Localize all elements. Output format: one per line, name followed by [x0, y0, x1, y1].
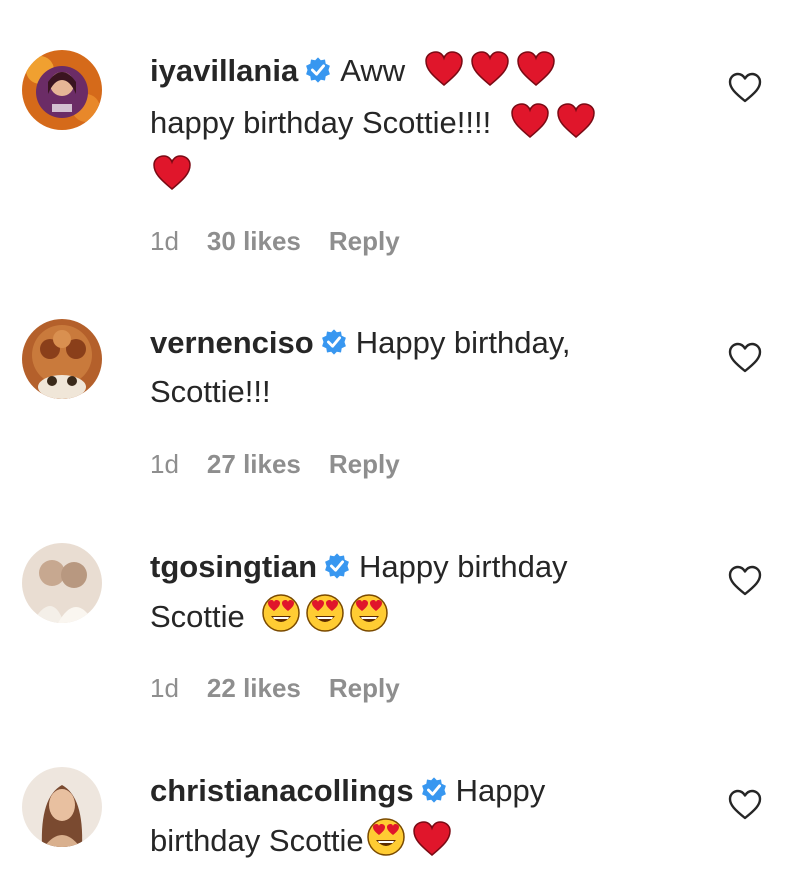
- comment-time: 1d: [150, 673, 179, 703]
- username[interactable]: tgosingtian: [150, 549, 317, 584]
- comment-body: christianacollings Happy birthday Scottie: [150, 768, 670, 870]
- likes-count[interactable]: 27 likes: [207, 449, 301, 479]
- avatar[interactable]: [22, 319, 102, 399]
- heart-eyes-face-icon: [261, 593, 301, 646]
- username[interactable]: vernenciso: [150, 325, 314, 360]
- comment-meta: 1d 27 likes Reply: [150, 449, 428, 480]
- comment-body: vernenciso Happy birthday, Scottie!!!: [150, 320, 670, 415]
- comment-list: iyavillania Aww happy birthday Scottie!!!…: [0, 0, 800, 891]
- verified-badge-icon: [323, 547, 351, 593]
- avatar[interactable]: [22, 543, 102, 623]
- comment-text: Scottie: [150, 599, 245, 634]
- avatar[interactable]: [22, 767, 102, 847]
- red-heart-icon: [470, 51, 510, 100]
- reply-button[interactable]: Reply: [329, 449, 400, 479]
- comment-meta: 1d 30 likes Reply: [150, 226, 428, 257]
- red-heart-icon: [516, 51, 556, 100]
- comment-text: Happy birthday: [359, 549, 568, 584]
- comment-body: iyavillania Aww happy birthday Scottie!!!…: [150, 48, 670, 204]
- comment-meta: 1d 22 likes Reply: [150, 673, 428, 704]
- likes-count[interactable]: 30 likes: [207, 226, 301, 256]
- heart-eyes-face-icon: [305, 593, 345, 646]
- comment-text: Happy: [455, 773, 546, 808]
- verified-badge-icon: [304, 51, 332, 97]
- like-heart-icon[interactable]: [728, 789, 762, 821]
- reply-button[interactable]: Reply: [329, 673, 400, 703]
- comment-text: Scottie!!!: [150, 374, 271, 409]
- username[interactable]: christianacollings: [150, 773, 414, 808]
- comment-time: 1d: [150, 449, 179, 479]
- heart-eyes-face-icon: [349, 593, 389, 646]
- heart-eyes-face-icon: [366, 817, 406, 870]
- comment-text: birthday Scottie: [150, 823, 364, 858]
- red-heart-icon: [424, 51, 464, 100]
- verified-badge-icon: [320, 323, 348, 369]
- red-heart-icon: [510, 103, 550, 152]
- red-heart-icon: [412, 821, 452, 870]
- avatar[interactable]: [22, 50, 102, 130]
- reply-button[interactable]: Reply: [329, 226, 400, 256]
- like-heart-icon[interactable]: [728, 342, 762, 374]
- likes-count[interactable]: 22 likes: [207, 673, 301, 703]
- like-heart-icon[interactable]: [728, 72, 762, 104]
- like-heart-icon[interactable]: [728, 565, 762, 597]
- username[interactable]: iyavillania: [150, 53, 298, 88]
- comment-text: Happy birthday,: [355, 325, 571, 360]
- comment-body: tgosingtian Happy birthday Scottie: [150, 544, 670, 646]
- comment-text: happy birthday Scottie!!!!: [150, 105, 492, 140]
- red-heart-icon: [556, 103, 596, 152]
- comment-text: Aww: [340, 53, 406, 88]
- comment-time: 1d: [150, 226, 179, 256]
- verified-badge-icon: [420, 771, 448, 817]
- red-heart-icon: [152, 155, 192, 204]
